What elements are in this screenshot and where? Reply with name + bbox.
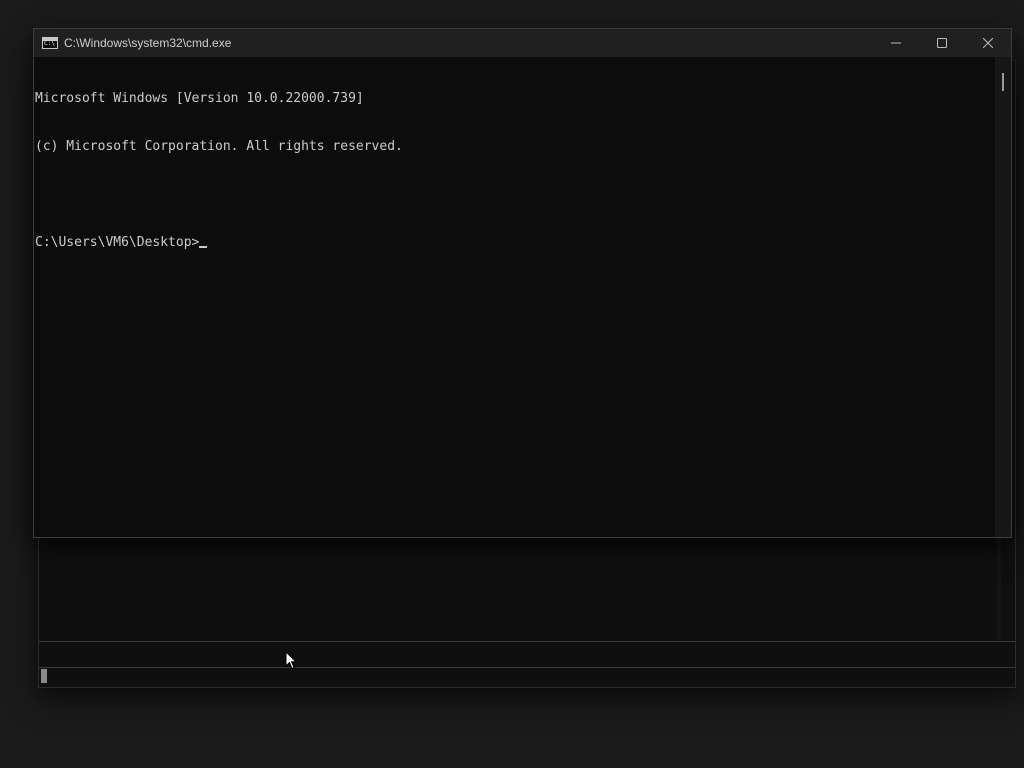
text-cursor bbox=[199, 246, 208, 248]
minimize-button[interactable] bbox=[873, 29, 919, 57]
background-divider bbox=[39, 667, 1015, 668]
mouse-pointer-icon bbox=[285, 651, 297, 670]
close-icon bbox=[983, 38, 993, 48]
cmd-window[interactable]: C:\Windows\system32\cmd.exe bbox=[33, 28, 1012, 538]
title-bar[interactable]: C:\Windows\system32\cmd.exe bbox=[34, 29, 1011, 57]
console-line: Microsoft Windows [Version 10.0.22000.73… bbox=[35, 91, 364, 106]
desktop: C:\Windows\system32\cmd.exe bbox=[0, 0, 1024, 768]
console-output[interactable]: Microsoft Windows [Version 10.0.22000.73… bbox=[34, 57, 996, 537]
command-prompt-line[interactable]: C:\Users\VM6\Desktop> bbox=[35, 235, 996, 251]
window-controls bbox=[873, 29, 1011, 57]
console-line: (c) Microsoft Corporation. All rights re… bbox=[35, 139, 403, 154]
vertical-scrollbar[interactable] bbox=[995, 57, 1011, 537]
maximize-button[interactable] bbox=[919, 29, 965, 57]
command-prompt: C:\Users\VM6\Desktop> bbox=[35, 235, 200, 250]
background-scroll-thumb bbox=[41, 669, 47, 683]
close-button[interactable] bbox=[965, 29, 1011, 57]
scroll-thumb[interactable] bbox=[1002, 73, 1004, 91]
maximize-icon bbox=[937, 38, 947, 48]
background-divider bbox=[39, 641, 1015, 642]
cmd-icon[interactable] bbox=[42, 37, 58, 49]
minimize-icon bbox=[891, 42, 901, 44]
window-title: C:\Windows\system32\cmd.exe bbox=[64, 36, 232, 50]
